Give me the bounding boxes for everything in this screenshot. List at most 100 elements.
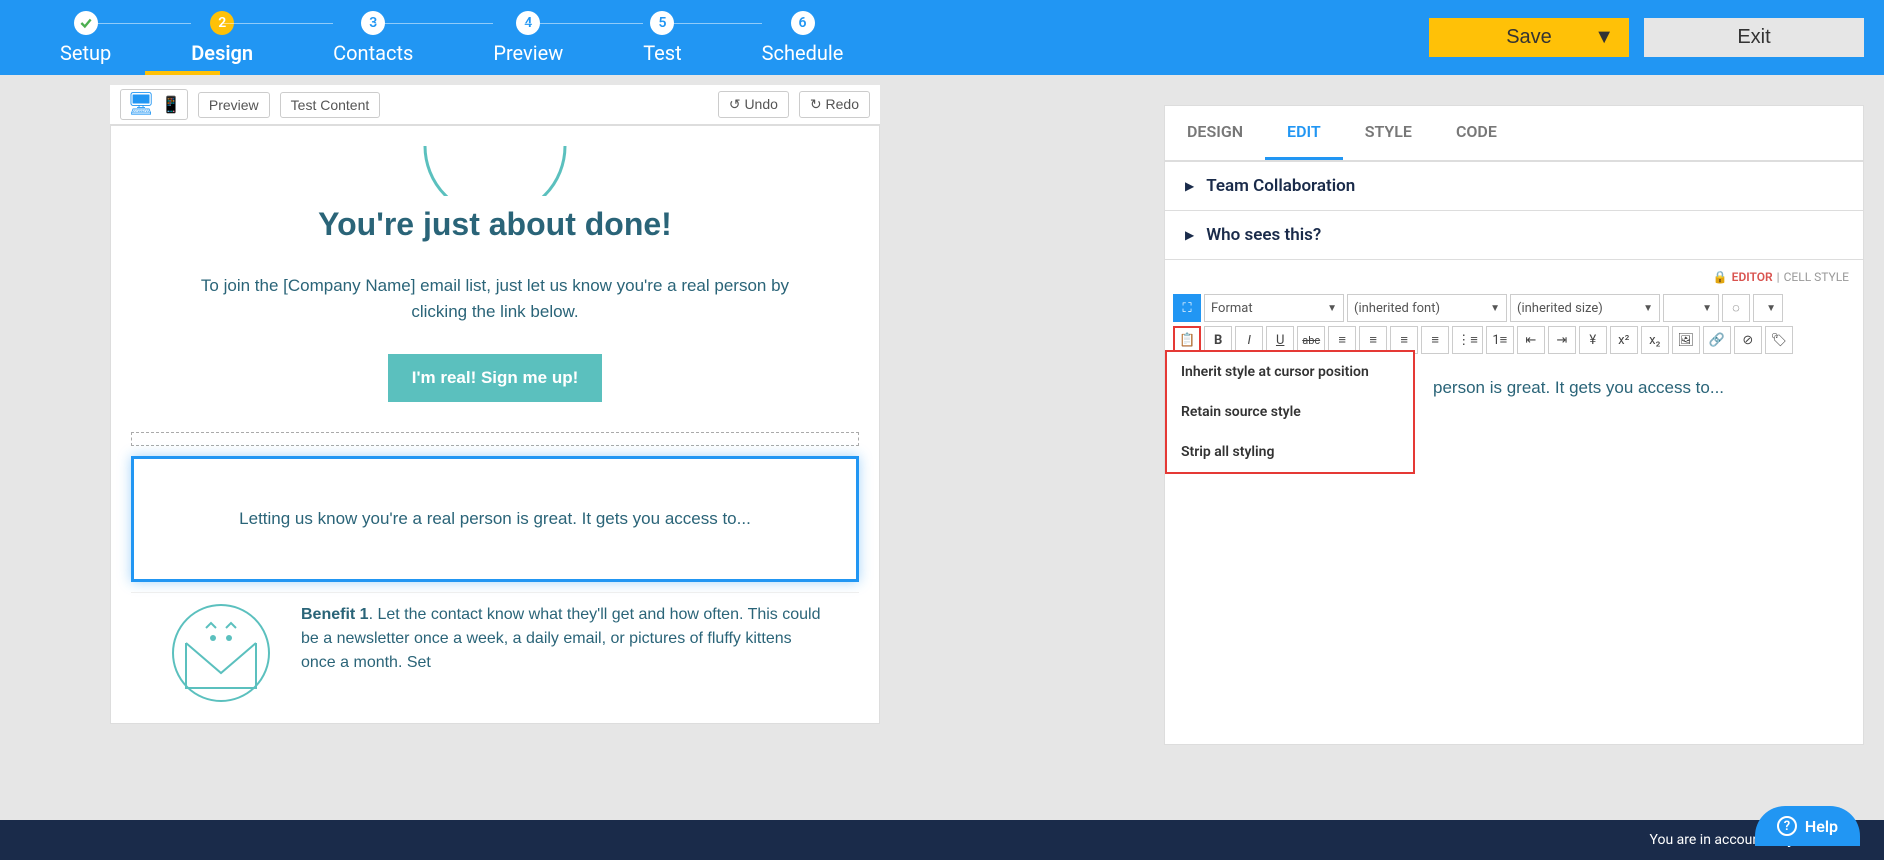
save-label: Save [1506, 26, 1552, 49]
benefit-body: . Let the contact know what they'll get … [301, 606, 821, 671]
font-select[interactable]: (inherited font) ▼ [1347, 294, 1507, 322]
accordion-label: Team Collaboration [1206, 176, 1355, 196]
help-button[interactable]: ? Help [1755, 806, 1860, 846]
insert-tag-button[interactable]: 🏷 [1765, 326, 1793, 354]
size-label: (inherited size) [1517, 301, 1603, 316]
step-design[interactable]: 2 Design [151, 11, 293, 65]
account-prefix: You are in account: [1650, 832, 1772, 848]
tab-style[interactable]: STYLE [1343, 106, 1434, 160]
insert-link-button[interactable]: 🔗 [1703, 326, 1731, 354]
caret-down-icon: ▼ [1702, 303, 1712, 314]
size-select[interactable]: (inherited size) ▼ [1510, 294, 1660, 322]
benefit-text[interactable]: Benefit 1. Let the contact know what the… [301, 603, 829, 703]
footer-bar: You are in account: Yay Software [0, 820, 1884, 860]
selected-text-block[interactable]: Letting us know you're a real person is … [131, 456, 859, 582]
step-test[interactable]: 5 Test [603, 11, 721, 65]
subscript-button[interactable]: x₂ [1641, 326, 1669, 354]
step-label: Schedule [762, 41, 844, 65]
wizard-steps: Setup 2 Design 3 Contacts 4 Preview 5 Te… [20, 11, 883, 65]
triangle-right-icon: ▶ [1185, 228, 1194, 242]
paste-retain-style[interactable]: Retain source style [1167, 392, 1413, 432]
step-setup[interactable]: Setup [20, 11, 151, 65]
tab-edit[interactable]: EDIT [1265, 106, 1343, 160]
editor-visible-text: person is great. It gets you access to..… [1433, 378, 1724, 397]
active-step-underline [145, 71, 220, 75]
cta-button[interactable]: I'm real! Sign me up! [388, 354, 603, 402]
inspector-pane: DESIGN EDIT STYLE CODE ▶ Team Collaborat… [990, 75, 1884, 820]
selected-text[interactable]: Letting us know you're a real person is … [164, 509, 826, 529]
arc-decoration [415, 146, 575, 196]
mobile-icon[interactable]: 📱 [161, 95, 181, 114]
question-icon: ? [1777, 816, 1797, 836]
step-label: Setup [60, 41, 111, 65]
align-justify-button[interactable]: ≡ [1421, 326, 1449, 354]
format-label: Format [1211, 301, 1253, 316]
clear-format-button[interactable]: ◌ [1722, 294, 1750, 322]
undo-button[interactable]: ↺ Undo [718, 91, 789, 118]
editor-breadcrumb: 🔒 EDITOR | CELL STYLE [1165, 260, 1863, 294]
indent-button[interactable]: ⇥ [1548, 326, 1576, 354]
panel-tabs: DESIGN EDIT STYLE CODE [1165, 106, 1863, 162]
email-canvas[interactable]: You're just about done! To join the [Com… [110, 125, 880, 724]
tab-code[interactable]: CODE [1434, 106, 1519, 160]
bullet-list-button[interactable]: ⋮≡ [1452, 326, 1483, 354]
step-label: Preview [493, 41, 563, 65]
caret-down-icon: ▼ [1594, 26, 1614, 49]
step-schedule[interactable]: 6 Schedule [722, 11, 884, 65]
exit-button[interactable]: Exit [1644, 18, 1864, 57]
numbered-list-button[interactable]: 1≡ [1486, 326, 1514, 354]
canvas-toolbar: 🖥 📱 Preview Test Content ↺ Undo ↻ Redo [110, 85, 880, 125]
email-intro[interactable]: To join the [Company Name] email list, j… [171, 273, 819, 324]
canvas-pane: 🖥 📱 Preview Test Content ↺ Undo ↻ Redo Y… [0, 75, 990, 820]
lock-icon: 🔒 [1713, 270, 1728, 284]
superscript-button[interactable]: x² [1610, 326, 1638, 354]
benefit-title: Benefit 1 [301, 606, 369, 623]
breadcrumb-editor[interactable]: EDITOR [1732, 270, 1773, 284]
paste-options-menu: Inherit style at cursor position Retain … [1165, 350, 1415, 474]
outdent-button[interactable]: ⇤ [1517, 326, 1545, 354]
color-select[interactable]: ▼ [1663, 294, 1719, 322]
step-num: 5 [650, 11, 674, 35]
step-label: Contacts [333, 41, 413, 65]
triangle-right-icon: ▶ [1185, 179, 1194, 193]
step-label: Design [191, 41, 253, 65]
accordion-label: Who sees this? [1206, 225, 1321, 245]
save-button[interactable]: Save ▼ [1429, 18, 1629, 57]
viewport-toggle[interactable]: 🖥 📱 [120, 89, 188, 120]
paste-inherit-style[interactable]: Inherit style at cursor position [1167, 352, 1413, 392]
email-heading[interactable]: You're just about done! [131, 206, 859, 243]
insert-currency-button[interactable]: ¥ [1579, 326, 1607, 354]
caret-down-icon: ▼ [1766, 303, 1776, 314]
tab-design[interactable]: DESIGN [1165, 106, 1265, 160]
step-label: Test [643, 41, 681, 65]
accordion-who-sees-this[interactable]: ▶ Who sees this? [1165, 211, 1863, 260]
step-contacts[interactable]: 3 Contacts [293, 11, 453, 65]
caret-down-icon: ▼ [1327, 303, 1337, 314]
step-preview[interactable]: 4 Preview [453, 11, 603, 65]
inspector-panel: DESIGN EDIT STYLE CODE ▶ Team Collaborat… [1164, 105, 1864, 745]
breadcrumb-separator: | [1777, 270, 1780, 284]
help-label: Help [1805, 817, 1838, 836]
desktop-icon[interactable]: 🖥 [127, 92, 155, 117]
top-nav: Setup 2 Design 3 Contacts 4 Preview 5 Te… [0, 0, 1884, 75]
drop-zone[interactable] [131, 432, 859, 446]
benefit-row[interactable]: Benefit 1. Let the contact know what the… [131, 592, 859, 703]
caret-down-icon: ▼ [1490, 303, 1500, 314]
undo-label: Undo [744, 96, 777, 112]
test-content-button[interactable]: Test Content [280, 92, 381, 118]
more-select[interactable]: ▼ [1753, 294, 1783, 322]
preview-button[interactable]: Preview [198, 92, 270, 118]
benefit-icon [161, 603, 281, 703]
redo-button[interactable]: ↻ Redo [799, 91, 870, 118]
breadcrumb-cell-style[interactable]: CELL STYLE [1784, 270, 1849, 284]
unlink-button[interactable]: ⊘ [1734, 326, 1762, 354]
format-select[interactable]: Format ▼ [1204, 294, 1344, 322]
redo-label: Redo [826, 96, 859, 112]
expand-button[interactable]: ⛶ [1173, 294, 1201, 322]
format-row-1: ⛶ Format ▼ (inherited font) ▼ (inherited s… [1173, 294, 1855, 322]
font-label: (inherited font) [1354, 301, 1440, 316]
paste-strip-style[interactable]: Strip all styling [1167, 432, 1413, 472]
caret-down-icon: ▼ [1643, 303, 1653, 314]
insert-image-button[interactable]: 🖼 [1672, 326, 1700, 354]
accordion-team-collaboration[interactable]: ▶ Team Collaboration [1165, 162, 1863, 211]
